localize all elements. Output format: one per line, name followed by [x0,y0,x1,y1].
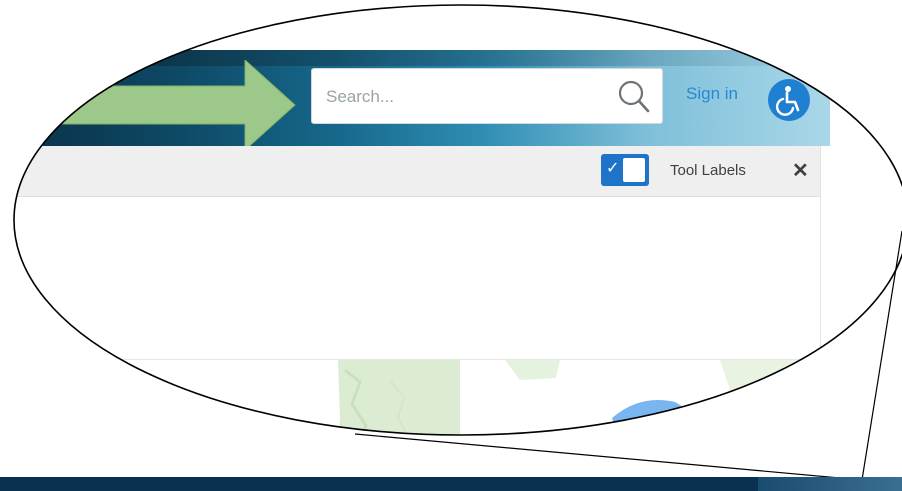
close-icon[interactable]: ✕ [792,158,809,183]
bottom-bar-highlight [758,477,902,491]
screenshot-stage: Sign in ✓ Tool Labels ✕ [0,0,902,491]
check-icon: ✓ [606,160,620,177]
header-shade [14,50,830,66]
map-view[interactable] [0,360,902,491]
tool-labels-toggle[interactable]: ✓ [601,154,649,186]
tool-labels-label: Tool Labels [670,162,746,179]
callout-arrow [40,60,296,150]
wheelchair-icon [775,86,800,116]
search-input[interactable] [326,83,606,111]
accessibility-button[interactable] [768,79,810,121]
search-icon[interactable] [614,77,654,117]
search-box[interactable] [311,68,663,124]
panel-divider [820,146,821,359]
magnified-view: Sign in ✓ Tool Labels ✕ [0,5,902,491]
content-panel [14,197,820,360]
toggle-knob [623,158,645,182]
sign-in-link[interactable]: Sign in [686,84,738,104]
